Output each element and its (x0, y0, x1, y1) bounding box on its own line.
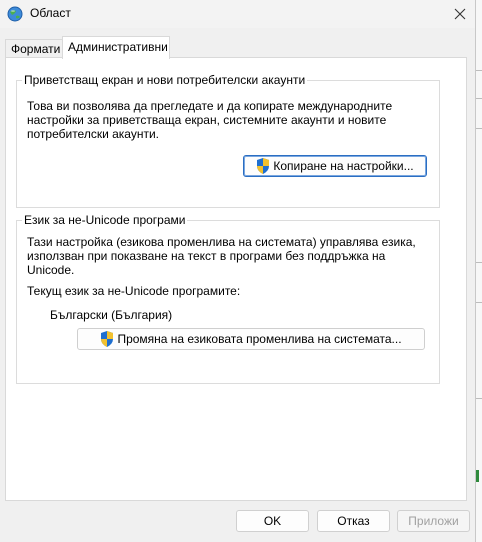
unicode-description: Тази настройка (езикова променлива на си… (27, 235, 416, 277)
edge-mark (476, 98, 482, 99)
unicode-programs-group: Език за не-Unicode програми Тази настрой… (16, 213, 440, 384)
welcome-group-title: Приветстващ екран и нови потребителски а… (22, 73, 308, 87)
tab-administrative[interactable]: Административни (62, 36, 170, 59)
change-locale-label: Промяна на езиковата променлива на систе… (117, 332, 402, 346)
edge-accent (476, 470, 479, 482)
edge-mark (476, 70, 482, 71)
uac-shield-icon (257, 158, 270, 174)
copy-settings-button[interactable]: Копиране на настройки... (243, 155, 427, 177)
edge-mark (476, 128, 482, 129)
apply-button[interactable]: Приложи (397, 510, 470, 532)
welcome-screen-group: Приветстващ екран и нови потребителски а… (16, 73, 440, 208)
current-language-value: Български (България) (50, 308, 173, 322)
copy-settings-label: Копиране на настройки... (273, 159, 414, 173)
ok-button[interactable]: OK (236, 510, 309, 532)
close-button[interactable] (445, 0, 475, 28)
close-icon (454, 8, 466, 20)
edge-mark (476, 398, 482, 399)
edge-mark (476, 262, 482, 263)
title-bar: Област (0, 0, 475, 28)
tab-page-administrative: Приветстващ екран и нови потребителски а… (5, 57, 467, 501)
edge-mark (476, 302, 482, 303)
background-window-edge (476, 0, 482, 542)
unicode-group-title: Език за не-Unicode програми (22, 213, 188, 227)
change-system-locale-button[interactable]: Промяна на езиковата променлива на систе… (77, 328, 425, 350)
welcome-description: Това ви позволява да прегледате и да коп… (27, 99, 393, 141)
uac-shield-icon (101, 331, 114, 347)
region-dialog: Област Формати Административни Приветств… (0, 0, 476, 542)
cancel-button[interactable]: Отказ (317, 510, 390, 532)
globe-icon (7, 6, 23, 22)
window-title: Област (30, 6, 71, 20)
current-language-label: Текущ език за не-Unicode програмите: (27, 284, 241, 298)
tab-formats[interactable]: Формати (5, 39, 69, 58)
